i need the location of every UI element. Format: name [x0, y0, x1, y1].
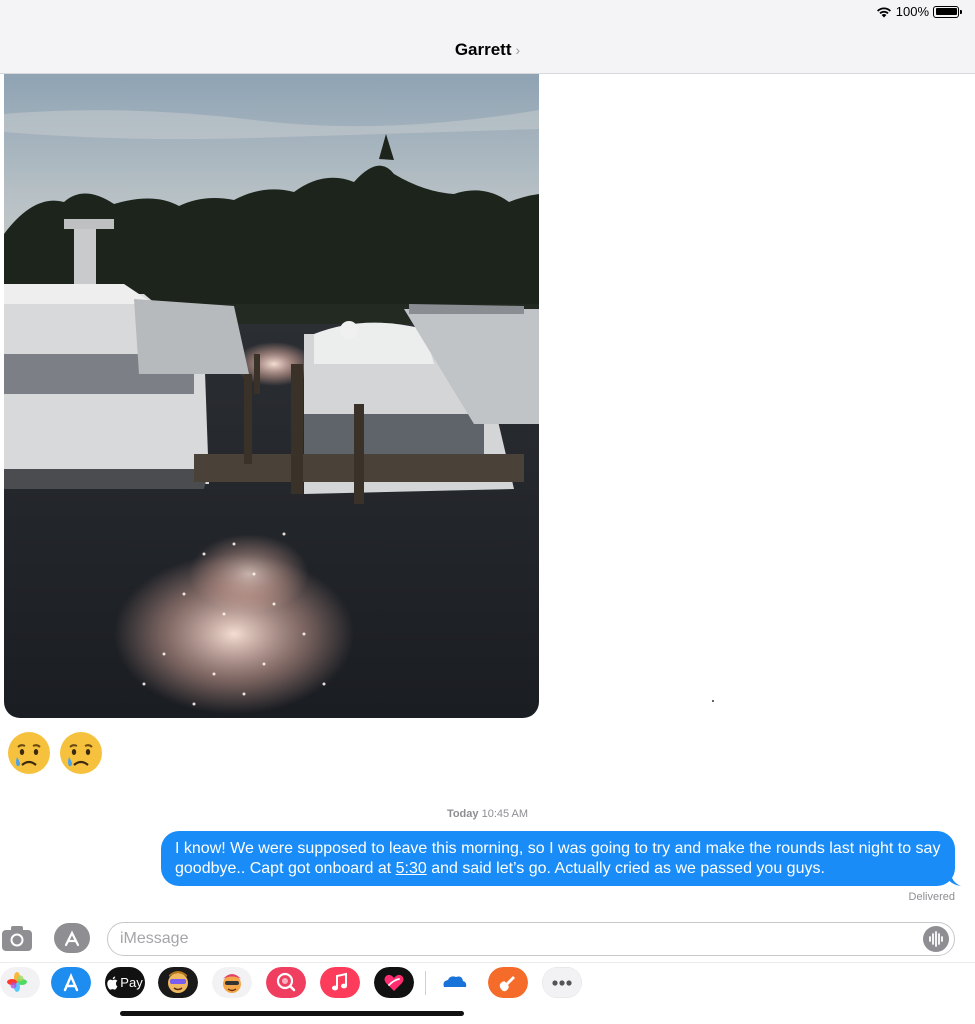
onedrive-app-button[interactable] — [434, 967, 474, 998]
timestamp-day: Today — [446, 808, 479, 820]
garageband-icon — [488, 967, 528, 998]
app-store-button[interactable] — [54, 923, 90, 953]
conversation-header: 100% Garrett › — [0, 0, 975, 74]
battery-icon — [933, 5, 962, 18]
crying-face-emoji-icon — [8, 732, 50, 774]
app-store-icon — [51, 967, 91, 998]
more-icon — [542, 967, 582, 998]
contact-name[interactable]: Garrett — [455, 40, 512, 59]
digital-touch-icon — [374, 967, 414, 998]
waveform-icon — [929, 931, 943, 947]
time-link[interactable]: 5:30 — [396, 860, 427, 877]
memoji-app-button[interactable] — [158, 967, 198, 998]
message-timestamp: Today 10:45 AM — [0, 808, 975, 820]
apple-logo-icon — [107, 976, 118, 990]
message-text-after: and said let’s go. Actually cried as we … — [426, 860, 825, 877]
home-indicator[interactable] — [120, 1011, 464, 1016]
music-app-button[interactable] — [320, 967, 360, 998]
camera-button[interactable] — [1, 924, 33, 952]
camera-icon — [2, 926, 32, 951]
photos-icon — [0, 967, 40, 998]
photos-app-button[interactable] — [0, 967, 40, 998]
emoji-message[interactable] — [6, 730, 104, 776]
image-search-icon — [266, 967, 306, 998]
image-search-app-button[interactable] — [266, 967, 306, 998]
animoji-app-button[interactable] — [212, 967, 252, 998]
crying-face-emoji-icon — [60, 732, 102, 774]
app-drawer: Pay — [0, 962, 975, 1002]
audio-message-button[interactable] — [923, 926, 949, 952]
received-photo[interactable] — [4, 74, 539, 718]
contact-title[interactable]: Garrett › — [0, 40, 975, 60]
message-input-field[interactable] — [107, 922, 955, 956]
sent-message-bubble[interactable]: I know! We were supposed to leave this m… — [161, 831, 961, 886]
battery-percentage: 100% — [895, 4, 929, 19]
stray-dot — [712, 700, 714, 702]
digital-touch-app-button[interactable] — [374, 967, 414, 998]
app-store-icon — [54, 923, 90, 953]
garageband-app-button[interactable] — [488, 967, 528, 998]
bubble-tail — [945, 872, 961, 886]
status-bar: 100% — [876, 4, 962, 19]
drawer-separator — [425, 971, 426, 995]
timestamp-time: 10:45 AM — [481, 808, 529, 820]
app-store-app-button[interactable] — [51, 967, 91, 998]
music-icon — [320, 967, 360, 998]
apple-pay-app-button[interactable]: Pay — [105, 967, 145, 998]
delivery-status: Delivered — [908, 891, 955, 903]
memoji-icon — [158, 967, 198, 998]
onedrive-icon — [434, 967, 474, 998]
imessage-input[interactable] — [108, 923, 888, 955]
apple-pay-label: Pay — [120, 975, 143, 990]
chevron-right-icon[interactable]: › — [516, 42, 521, 58]
marina-sunset-photo — [4, 74, 539, 718]
wifi-icon — [876, 7, 891, 17]
animoji-icon — [212, 967, 252, 998]
more-apps-button[interactable] — [542, 967, 582, 998]
